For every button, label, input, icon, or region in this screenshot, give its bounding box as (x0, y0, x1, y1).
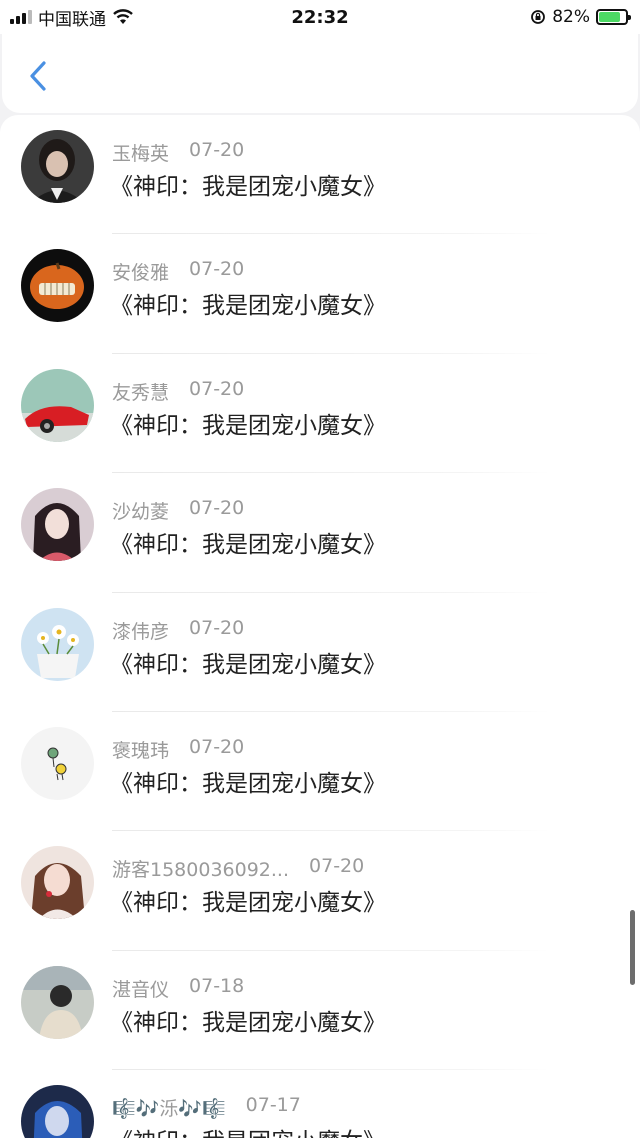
item-date: 07-20 (189, 735, 245, 758)
list-item[interactable]: 湛音仪 07-18 《神印：我是团宠小魔女》 (0, 951, 640, 1071)
avatar[interactable] (21, 1085, 94, 1138)
item-date: 07-18 (189, 974, 245, 997)
avatar[interactable] (21, 726, 94, 800)
item-meta: 玉梅英 07-20 (112, 139, 244, 166)
item-date: 07-20 (189, 377, 245, 400)
scrollbar[interactable] (630, 910, 635, 985)
avatar[interactable] (21, 488, 94, 562)
avatar[interactable] (21, 368, 94, 442)
list-item[interactable]: 沙幼菱 07-20 《神印：我是团宠小魔女》 (0, 473, 640, 593)
user-name: 沙幼菱 (112, 501, 170, 524)
item-meta: 漆伟彦 07-20 (112, 617, 244, 644)
orientation-lock-icon (531, 10, 546, 24)
list-item[interactable]: 安俊雅 07-20 《神印：我是团宠小魔女》 (0, 234, 640, 354)
user-name: 玉梅英 (112, 143, 170, 165)
item-title[interactable]: 《神印：我是团宠小魔女》 (110, 1003, 386, 1037)
item-title[interactable]: 《神印：我是团宠小魔女》 (110, 883, 386, 917)
avatar[interactable] (21, 607, 94, 681)
back-button[interactable] (18, 56, 58, 96)
wifi-icon (113, 9, 133, 24)
item-title[interactable]: 《神印：我是团宠小魔女》 (110, 286, 386, 320)
item-title[interactable]: 《神印：我是团宠小魔女》 (110, 167, 386, 201)
avatar[interactable] (21, 846, 94, 920)
item-meta: 友秀慧 07-20 (112, 378, 244, 405)
item-meta: 褒瑰玮 07-20 (112, 736, 244, 763)
user-name: 游客1580036092... (112, 859, 290, 882)
user-name: 漆伟彦 (112, 620, 170, 643)
list-item[interactable]: 游客1580036092... 07-20 《神印：我是团宠小魔女》 (0, 831, 640, 951)
item-title[interactable]: 《神印：我是团宠小魔女》 (110, 1122, 386, 1138)
list-item[interactable]: 漆伟彦 07-20 《神印：我是团宠小魔女》 (0, 593, 640, 712)
status-bar: 中国联通 22:32 82% (0, 0, 640, 34)
item-title[interactable]: 《神印：我是团宠小魔女》 (110, 764, 386, 798)
item-date: 07-20 (189, 139, 245, 161)
status-right: 82% (530, 7, 631, 27)
item-date: 07-17 (245, 1094, 301, 1117)
user-name: 友秀慧 (112, 381, 170, 404)
list-item[interactable]: 玉梅英 07-20 《神印：我是团宠小魔女》 (0, 115, 640, 235)
item-date: 07-20 (309, 855, 365, 878)
user-name: 安俊雅 (112, 262, 170, 285)
item-title[interactable]: 《神印：我是团宠小魔女》 (110, 525, 386, 559)
item-meta: 湛音仪 07-18 (112, 975, 244, 1002)
nav-header (2, 34, 638, 113)
status-left: 中国联通 (10, 5, 134, 30)
list-item[interactable]: 🎼🎶泺🎶🎼 07-17 《神印：我是团宠小魔女》 (0, 1070, 640, 1138)
item-date: 07-20 (189, 258, 245, 281)
item-meta: 🎼🎶泺🎶🎼 07-17 (112, 1094, 301, 1121)
chevron-left-icon (30, 61, 46, 91)
list-item[interactable]: 褒瑰玮 07-20 《神印：我是团宠小魔女》 (0, 712, 640, 832)
item-date: 07-20 (189, 616, 245, 639)
item-title[interactable]: 《神印：我是团宠小魔女》 (110, 406, 386, 440)
avatar[interactable] (21, 965, 94, 1039)
user-name: 褒瑰玮 (112, 739, 170, 762)
avatar[interactable] (21, 130, 94, 203)
item-title[interactable]: 《神印：我是团宠小魔女》 (110, 645, 386, 679)
signal-icon (10, 10, 32, 24)
comment-list[interactable]: 玉梅英 07-20 《神印：我是团宠小魔女》 安俊雅 07-20 《神印：我是团… (0, 115, 640, 1138)
battery-fill (599, 12, 621, 22)
item-meta: 沙幼菱 07-20 (112, 497, 244, 524)
list-item[interactable]: 友秀慧 07-20 《神印：我是团宠小魔女》 (0, 354, 640, 474)
user-name: 湛音仪 (112, 978, 170, 1001)
carrier-label: 中国联通 (38, 9, 106, 30)
battery-icon (596, 9, 631, 25)
user-name: 🎼🎶泺🎶🎼 (112, 1098, 226, 1121)
item-meta: 游客1580036092... 07-20 (112, 855, 364, 882)
battery-percent: 82% (552, 7, 590, 27)
avatar[interactable] (21, 249, 94, 323)
item-meta: 安俊雅 07-20 (112, 258, 244, 285)
item-date: 07-20 (189, 497, 245, 520)
